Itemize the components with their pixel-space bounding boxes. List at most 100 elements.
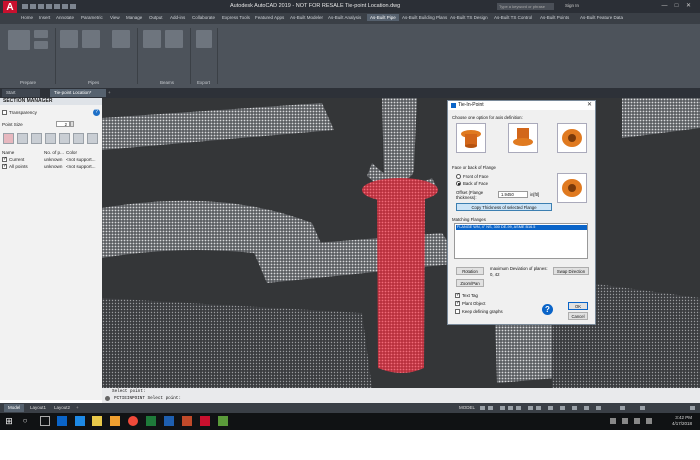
search-input[interactable]: Type a keyword or phrase: [497, 3, 554, 10]
clock-date[interactable]: 4/17/2018: [672, 421, 692, 426]
chrome-icon[interactable]: [128, 416, 138, 426]
print-icon[interactable]: [54, 4, 60, 9]
undo-icon[interactable]: [62, 4, 68, 9]
app-taskbar-icon[interactable]: [218, 416, 228, 426]
tray-up-arrow-icon[interactable]: [610, 418, 616, 424]
task-view-icon[interactable]: [40, 416, 50, 426]
tab-as-built-feature-data[interactable]: As-Built Feature Data: [580, 15, 623, 20]
drawing-viewport[interactable]: [102, 98, 700, 388]
close-button[interactable]: ✕: [684, 2, 693, 10]
beam-tool-icon-1[interactable]: [143, 30, 161, 48]
ok-button[interactable]: OK: [568, 302, 588, 310]
add-layout-button[interactable]: +: [72, 404, 83, 412]
tab-featured-apps[interactable]: Featured Apps: [255, 15, 284, 20]
new-file-icon[interactable]: [22, 4, 28, 9]
word-icon[interactable]: [164, 416, 174, 426]
column-header-count[interactable]: No. of p...: [44, 150, 64, 155]
open-file-icon[interactable]: [30, 4, 36, 9]
matching-flanges-list[interactable]: FLANGE WN, 4" NS, 300 DE-99, ASME B16.5: [454, 223, 588, 259]
tab-tie-point-location[interactable]: Tie-point Location*: [50, 89, 106, 97]
hardware-acceleration-icon[interactable]: [584, 406, 589, 410]
pipe-tool-icon-2[interactable]: [82, 30, 100, 48]
tab-as-built-building-plans[interactable]: As-Built Building Plans: [402, 15, 447, 20]
prepare-tool-icon[interactable]: [8, 30, 30, 50]
tab-as-built-pipe[interactable]: As-Built Pipe: [367, 14, 399, 21]
tab-start[interactable]: Start: [2, 89, 40, 97]
dialog-close-icon[interactable]: ✕: [587, 102, 592, 109]
command-prompt-input[interactable]: PCTIEINPOINT Select point:: [114, 396, 181, 401]
polar-icon[interactable]: [508, 406, 513, 410]
osnap-icon[interactable]: [516, 406, 521, 410]
plant-object-checkbox[interactable]: [455, 300, 460, 306]
tab-layout1[interactable]: Layout1: [26, 404, 50, 412]
text-tag-checkbox[interactable]: [455, 292, 460, 298]
row-name[interactable]: Current: [9, 157, 24, 162]
flange-option-icon-1[interactable]: [456, 123, 486, 153]
section-edit-icon[interactable]: [31, 133, 42, 144]
edge-icon[interactable]: [75, 416, 85, 426]
tab-express-tools[interactable]: Express Tools: [222, 15, 250, 20]
section-rename-icon[interactable]: [45, 133, 56, 144]
tab-as-built-modeler[interactable]: As-Built Modeler: [290, 15, 323, 20]
zoom-pan-button[interactable]: Zoom/Pan: [456, 279, 484, 287]
tab-layout2[interactable]: Layout2: [50, 404, 74, 412]
file-explorer-icon[interactable]: [92, 416, 102, 426]
tab-annotate[interactable]: Annotate: [56, 15, 74, 20]
keyboard-icon[interactable]: [646, 418, 652, 424]
windows-start-icon[interactable]: ⊞: [4, 416, 14, 426]
tab-parametric[interactable]: Parametric: [81, 15, 103, 20]
tab-insert[interactable]: Insert: [39, 15, 50, 20]
tab-output[interactable]: Output: [149, 15, 163, 20]
prepare-small-icon-2[interactable]: [34, 41, 48, 49]
sign-in-link[interactable]: Sign In: [565, 3, 579, 8]
autocad-taskbar-icon[interactable]: [200, 416, 210, 426]
flange-face-icon[interactable]: [557, 173, 587, 203]
clock-time[interactable]: 3:42 PM: [675, 415, 692, 420]
maximize-button[interactable]: □: [672, 2, 681, 10]
search-icon[interactable]: ○: [20, 416, 30, 426]
row-checkbox-all-points[interactable]: [2, 163, 7, 169]
workspace-icon[interactable]: [560, 406, 565, 410]
new-tab-button[interactable]: +: [104, 89, 115, 97]
volume-icon[interactable]: [634, 418, 640, 424]
snap-icon[interactable]: [488, 406, 493, 410]
grid-icon[interactable]: [480, 406, 485, 410]
copy-thickness-button[interactable]: Copy Thickness of selected Flange: [456, 203, 552, 211]
keep-graphs-checkbox[interactable]: [455, 309, 460, 314]
row-checkbox-current[interactable]: [2, 156, 7, 162]
excel-icon[interactable]: [146, 416, 156, 426]
minimize-button[interactable]: —: [660, 2, 669, 10]
tab-as-built-ts-design[interactable]: As-Built TS Design: [450, 15, 488, 20]
row-name[interactable]: All points: [9, 164, 28, 169]
cancel-button[interactable]: Cancel: [568, 312, 588, 320]
redo-icon[interactable]: [70, 4, 76, 9]
pipe-tool-icon-1[interactable]: [60, 30, 78, 48]
flange-option-icon-3[interactable]: [557, 123, 587, 153]
tab-home[interactable]: Home: [21, 15, 33, 20]
pipe-tool-icon-3[interactable]: [112, 30, 130, 48]
matching-flange-item[interactable]: FLANGE WN, 4" NS, 300 DE-99, ASME B16.5: [456, 225, 587, 230]
help-icon[interactable]: ?: [93, 109, 100, 116]
section-copy-icon[interactable]: [17, 133, 28, 144]
save-as-icon[interactable]: [46, 4, 52, 9]
lineweight-icon[interactable]: [536, 406, 541, 410]
customize-icon[interactable]: [620, 406, 625, 410]
fullscreen-icon[interactable]: [640, 406, 645, 410]
swap-direction-button[interactable]: Swap Direction: [553, 267, 589, 275]
model-space-label[interactable]: MODEL: [455, 404, 479, 412]
tab-as-built-ts-control[interactable]: As-Built TS Control: [494, 15, 532, 20]
isolate-icon[interactable]: [572, 406, 577, 410]
tab-view[interactable]: View: [110, 15, 120, 20]
back-of-face-radio[interactable]: [456, 181, 461, 186]
annotation-icon[interactable]: [548, 406, 553, 410]
beam-tool-icon-2[interactable]: [165, 30, 183, 48]
section-delete-icon[interactable]: [59, 133, 70, 144]
tab-collaborate[interactable]: Collaborate: [192, 15, 215, 20]
front-of-face-radio[interactable]: [456, 174, 461, 179]
dialog-help-icon[interactable]: ?: [542, 304, 553, 315]
section-settings-icon[interactable]: [87, 133, 98, 144]
ortho-icon[interactable]: [500, 406, 505, 410]
network-icon[interactable]: [622, 418, 628, 424]
rotation-button[interactable]: Rotation: [456, 267, 484, 275]
point-size-spinner[interactable]: [70, 121, 74, 127]
